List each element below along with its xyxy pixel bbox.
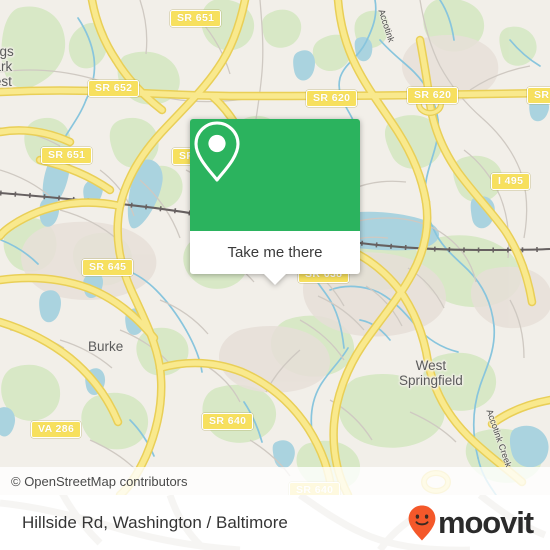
road-shield-sr-651-west[interactable]: SR 651 [41, 147, 93, 164]
popup-tail-pointer [264, 274, 286, 285]
map-canvas[interactable]: ngs ark est Burke West Springfield Accot… [0, 0, 550, 495]
road-shield-sr-651-north[interactable]: SR 651 [170, 10, 222, 27]
location-title: Hillside Rd, Washington / Baltimore [22, 512, 288, 532]
bottom-info-bar: Hillside Rd, Washington / Baltimore moov… [0, 495, 550, 550]
road-shield-sr-640-west[interactable]: SR 640 [202, 413, 254, 430]
osm-attribution-text[interactable]: © OpenStreetMap contributors [0, 474, 188, 489]
road-shield-i-495[interactable]: I 495 [491, 173, 531, 190]
road-shield-sr-652[interactable]: SR 652 [88, 80, 140, 97]
popup-action-row[interactable]: Take me there [190, 231, 360, 285]
road-shield-sr-620-west[interactable]: SR 620 [306, 90, 358, 107]
road-shield-sr-645[interactable]: SR 645 [82, 259, 134, 276]
road-shield-va-286[interactable]: VA 286 [31, 421, 82, 438]
destination-popup-card[interactable]: Take me there [190, 119, 360, 285]
moovit-wordmark: moovit [437, 505, 534, 540]
road-shield-sr-edge[interactable]: SR [527, 87, 550, 104]
road-shield-sr-620-east[interactable]: SR 620 [407, 87, 459, 104]
take-me-there-label: Take me there [227, 244, 323, 261]
map-pin-icon [194, 121, 240, 182]
popup-header [190, 119, 360, 231]
moovit-smiley-pin-icon [408, 505, 436, 540]
moovit-map-screen: ngs ark est Burke West Springfield Accot… [0, 0, 550, 550]
moovit-brand: moovit [407, 504, 550, 542]
map-attribution-bar: © OpenStreetMap contributors [0, 467, 550, 495]
